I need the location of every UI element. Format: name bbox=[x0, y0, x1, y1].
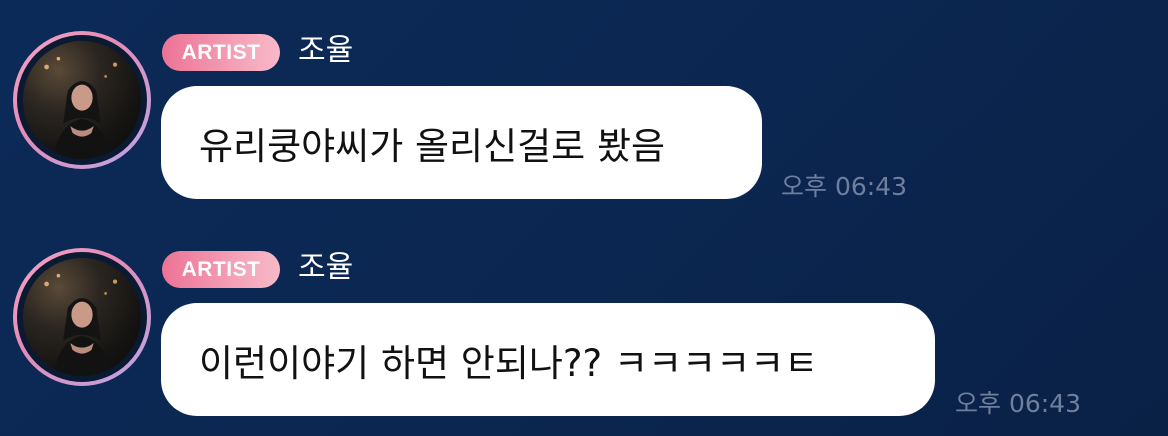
sender-name[interactable]: 조율 bbox=[298, 31, 353, 71]
artist-badge: ARTIST bbox=[162, 34, 280, 71]
profile-photo-icon bbox=[23, 41, 141, 159]
avatar-ring-gap bbox=[17, 252, 147, 382]
profile-photo-icon bbox=[23, 258, 141, 376]
message-bubble[interactable]: 이런이야기 하면 안되나?? ㅋㅋㅋㅋㅋㅌ bbox=[161, 303, 935, 416]
message-timestamp: 오후 06:43 bbox=[781, 172, 907, 201]
message-text: 이런이야기 하면 안되나?? ㅋㅋㅋㅋㅋㅌ bbox=[199, 341, 819, 385]
message-timestamp: 오후 06:43 bbox=[955, 389, 1081, 418]
message-bubble[interactable]: 유리쿵야씨가 올리신걸로 봤음 bbox=[161, 86, 762, 199]
avatar[interactable] bbox=[13, 31, 151, 169]
sender-name[interactable]: 조율 bbox=[298, 248, 353, 288]
message-text: 유리쿵야씨가 올리신걸로 봤음 bbox=[199, 124, 666, 168]
chat-message: ARTIST 조율 이런이야기 하면 안되나?? ㅋㅋㅋㅋㅋㅌ 오후 06:43 bbox=[0, 217, 1168, 418]
artist-badge: ARTIST bbox=[162, 251, 280, 288]
avatar-ring-gap bbox=[17, 35, 147, 165]
chat-message: ARTIST 조율 유리쿵야씨가 올리신걸로 봤음 오후 06:43 bbox=[0, 0, 1168, 201]
avatar[interactable] bbox=[13, 248, 151, 386]
